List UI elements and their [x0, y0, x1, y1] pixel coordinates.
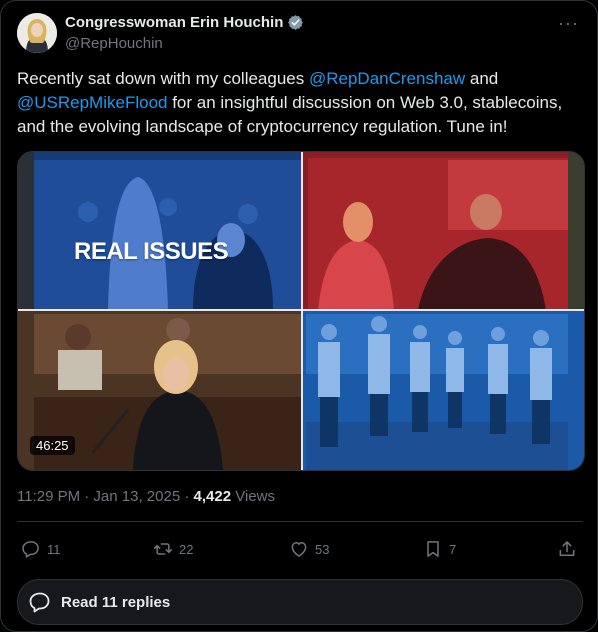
author-name-row: Congresswoman Erin Houchin: [65, 14, 304, 31]
bookmark-button[interactable]: 7: [423, 529, 456, 569]
like-button[interactable]: 53: [289, 529, 329, 569]
author-display-name[interactable]: Congresswoman Erin Houchin: [65, 14, 283, 31]
heart-icon: [291, 542, 307, 557]
retweet-count: 22: [179, 541, 194, 557]
read-replies-label: Read 11 replies: [61, 593, 171, 611]
tweet-text: Recently sat down with my colleagues @Re…: [17, 67, 583, 139]
reply-count: 11: [47, 541, 61, 557]
video-player[interactable]: REAL ISSUES 46:25: [17, 151, 585, 471]
tweet-text-part: and: [465, 69, 499, 88]
tweet-text-part: Recently sat down with my colleagues: [17, 69, 309, 88]
divider: [17, 521, 583, 522]
tweet-card: Congresswoman Erin Houchin @RepHouchin ·…: [0, 0, 598, 632]
reply-icon: [22, 541, 39, 558]
tweet-timestamp[interactable]: 11:29 PM · Jan 13, 2025 ·: [17, 488, 194, 505]
reply-button[interactable]: 11: [21, 529, 61, 569]
bookmark-icon: [427, 541, 439, 557]
video-thumbnail: [18, 152, 584, 470]
reply-bubble-icon: [29, 592, 50, 613]
video-overlay-title: REAL ISSUES: [74, 238, 229, 265]
tweet-metadata: 11:29 PM · Jan 13, 2025 · 4,422 Views: [17, 488, 275, 505]
retweet-button[interactable]: 22: [153, 529, 193, 569]
bookmark-count: 7: [449, 541, 457, 557]
more-options-icon[interactable]: ···: [558, 13, 579, 34]
video-duration-badge: 46:25: [30, 436, 75, 455]
share-button[interactable]: [557, 529, 583, 569]
mention-link[interactable]: @USRepMikeFlood: [17, 93, 167, 112]
mention-link[interactable]: @RepDanCrenshaw: [309, 69, 465, 88]
retweet-icon: [153, 543, 173, 555]
share-icon: [559, 541, 575, 556]
views-count: 4,422: [193, 488, 232, 505]
views-label: Views: [231, 488, 275, 505]
author-handle[interactable]: @RepHouchin: [65, 35, 163, 52]
read-replies-button[interactable]: Read 11 replies: [17, 579, 583, 625]
like-count: 53: [315, 541, 330, 557]
action-bar: 11 22 53 7: [17, 529, 583, 569]
verified-badge-icon: [287, 14, 304, 31]
author-avatar[interactable]: [17, 13, 57, 53]
